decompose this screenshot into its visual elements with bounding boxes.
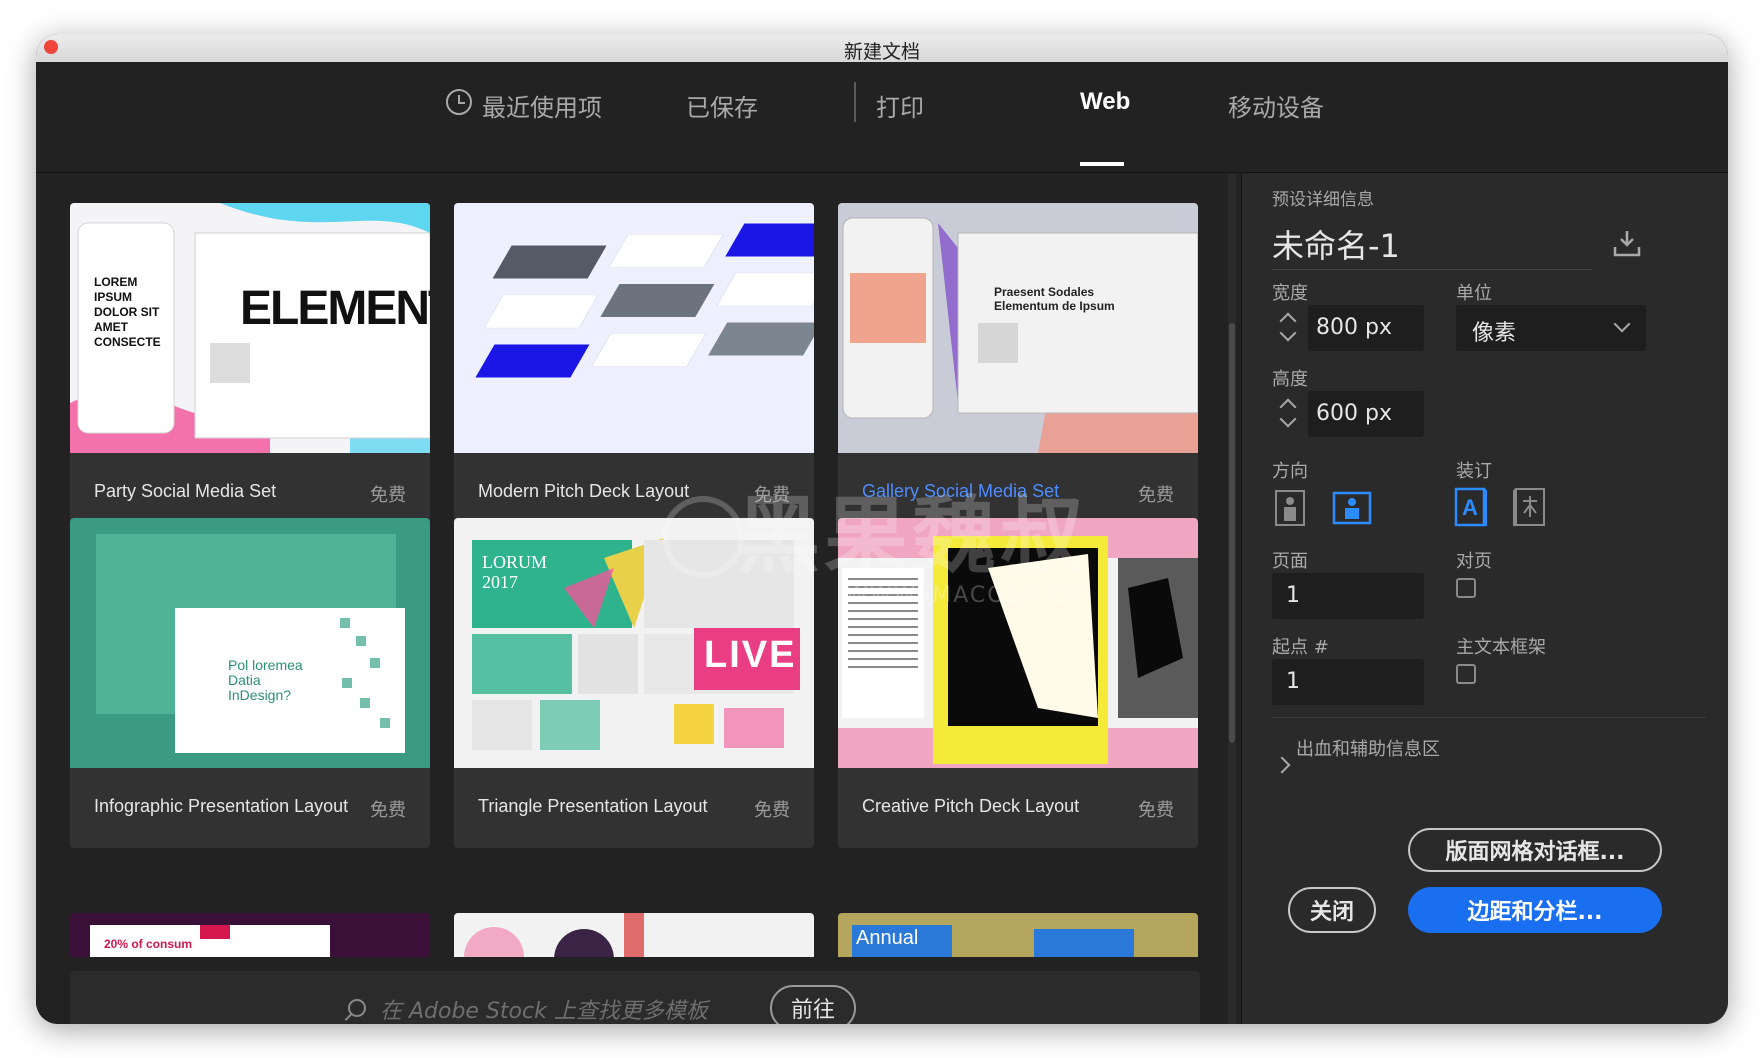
tab-recent[interactable]: 最近使用项 xyxy=(482,88,602,123)
pages-label: 页面 xyxy=(1272,551,1308,572)
template-name: Modern Pitch Deck Layout xyxy=(478,481,690,501)
search-icon xyxy=(348,999,366,1017)
clock-icon xyxy=(446,89,472,115)
landscape-icon[interactable] xyxy=(1332,491,1372,530)
orientation-label: 方向 xyxy=(1272,461,1308,482)
new-document-dialog: 新建文档 最近使用项 已保存 打印 Web 移动设备 ELEMEN LOREM … xyxy=(36,34,1728,1024)
primary-text-frame-checkbox[interactable] xyxy=(1456,664,1476,684)
width-label: 宽度 xyxy=(1272,283,1308,304)
height-field[interactable]: 600 px xyxy=(1308,391,1424,437)
height-stepper[interactable] xyxy=(1276,391,1302,437)
width-value: 800 px xyxy=(1316,315,1392,340)
height-label: 高度 xyxy=(1272,369,1308,390)
width-field[interactable]: 800 px xyxy=(1308,305,1424,351)
primary-text-frame-label: 主文本框架 xyxy=(1456,637,1546,658)
template-name: Creative Pitch Deck Layout xyxy=(862,796,1080,816)
template-thumbnail: ELEMENTU LOREM IPSUM DOLOR SIT AMET CONS… xyxy=(70,203,430,453)
template-price: 免费 xyxy=(370,485,406,506)
template-grid: ELEMENTU LOREM IPSUM DOLOR SIT AMET CONS… xyxy=(36,173,1241,1024)
template-price: 免费 xyxy=(1138,485,1174,506)
stepper-down-icon[interactable] xyxy=(1279,410,1297,428)
chevron-down-icon xyxy=(1613,315,1631,333)
title-bar: 新建文档 xyxy=(36,34,1728,63)
height-value: 600 px xyxy=(1316,401,1392,426)
template-name: Party Social Media Set xyxy=(94,481,277,501)
template-price: 免费 xyxy=(1138,800,1174,821)
watermark-title: 黑果魏叔 xyxy=(736,487,1089,585)
template-card-partial[interactable] xyxy=(454,913,814,957)
template-name: Triangle Presentation Layout xyxy=(478,796,708,816)
thumbnail-title: Pol loremea Datia InDesign? xyxy=(228,657,303,703)
template-price: 免费 xyxy=(370,800,406,821)
thumbnail-title: Praesent Sodales Elementum de Ipsum xyxy=(994,285,1115,313)
stepper-down-icon[interactable] xyxy=(1279,324,1297,342)
portrait-icon[interactable] xyxy=(1274,489,1306,532)
tab-saved[interactable]: 已保存 xyxy=(686,88,758,123)
template-price: 免费 xyxy=(754,800,790,821)
chevron-right-icon[interactable] xyxy=(1273,756,1291,774)
thumbnail-title: LORUM 2017 xyxy=(482,552,548,592)
template-card[interactable]: Pol loremea Datia InDesign? Infographic … xyxy=(70,518,430,848)
facing-pages-checkbox[interactable] xyxy=(1456,578,1476,598)
stock-search-input[interactable] xyxy=(378,989,762,1024)
window-title: 新建文档 xyxy=(843,41,920,63)
bleed-slug-toggle[interactable]: 出血和辅助信息区 xyxy=(1296,735,1440,761)
unit-select[interactable]: 像素 xyxy=(1456,305,1646,351)
stock-search-bar: 前往 xyxy=(70,971,1200,1024)
start-page-label: 起点 # xyxy=(1272,637,1329,658)
preset-details-panel: 预设详细信息 未命名-1 宽度 单位 800 px 像素 高度 600 px 方… xyxy=(1241,173,1728,1024)
save-preset-icon[interactable] xyxy=(1612,229,1642,259)
thumbnail-text: Annual xyxy=(856,927,919,949)
template-name: Infographic Presentation Layout xyxy=(94,796,349,816)
binding-left-icon[interactable]: A xyxy=(1454,487,1488,532)
watermark-url: WWW.IMACOSX.CN xyxy=(846,583,1085,608)
layout-grid-button[interactable]: 版面网格对话框... xyxy=(1408,828,1662,872)
svg-text:A: A xyxy=(1462,495,1478,520)
go-button[interactable]: 前往 xyxy=(770,985,856,1024)
category-tabs: 最近使用项 已保存 打印 Web 移动设备 xyxy=(36,62,1728,173)
template-thumbnail: Praesent Sodales Elementum de Ipsum xyxy=(838,203,1198,453)
template-scrollbar-thumb[interactable] xyxy=(1229,323,1235,743)
tab-web[interactable]: Web xyxy=(1080,88,1130,116)
template-card-partial[interactable]: 20% of consum xyxy=(70,913,430,957)
unit-label: 单位 xyxy=(1456,283,1492,304)
template-thumbnail xyxy=(454,203,814,453)
watermark-logo-icon xyxy=(662,496,744,578)
start-page-field[interactable]: 1 xyxy=(1272,659,1424,705)
pages-field[interactable]: 1 xyxy=(1272,573,1424,619)
facing-pages-label: 对页 xyxy=(1456,551,1492,572)
width-stepper[interactable] xyxy=(1276,305,1302,351)
close-button[interactable]: 关闭 xyxy=(1288,887,1376,933)
thumbnail-title: ELEMENTU xyxy=(240,282,430,335)
active-tab-indicator xyxy=(1080,162,1124,166)
preset-section-label: 预设详细信息 xyxy=(1272,190,1374,210)
margins-columns-button[interactable]: 边距和分栏... xyxy=(1408,887,1662,933)
tab-separator xyxy=(854,82,856,122)
tab-print[interactable]: 打印 xyxy=(876,88,924,123)
template-card[interactable]: ELEMENTU LOREM IPSUM DOLOR SIT AMET CONS… xyxy=(70,203,430,533)
thumbnail-text: 20% of consum xyxy=(104,937,193,951)
start-page-value: 1 xyxy=(1286,669,1300,694)
panel-divider xyxy=(1272,717,1706,718)
binding-label: 装订 xyxy=(1456,461,1492,482)
thumbnail-badge: LIVE xyxy=(704,634,797,676)
document-name-field[interactable]: 未命名-1 xyxy=(1272,221,1592,270)
pages-value: 1 xyxy=(1286,583,1300,608)
binding-right-icon[interactable] xyxy=(1512,487,1546,532)
template-card-partial[interactable]: Annual xyxy=(838,913,1198,957)
unit-value: 像素 xyxy=(1472,321,1517,346)
template-thumbnail: Pol loremea Datia InDesign? xyxy=(70,518,430,768)
thumbnail-text: LOREM IPSUM DOLOR SIT AMET CONSECTE xyxy=(94,275,161,349)
tab-mobile[interactable]: 移动设备 xyxy=(1228,88,1324,123)
